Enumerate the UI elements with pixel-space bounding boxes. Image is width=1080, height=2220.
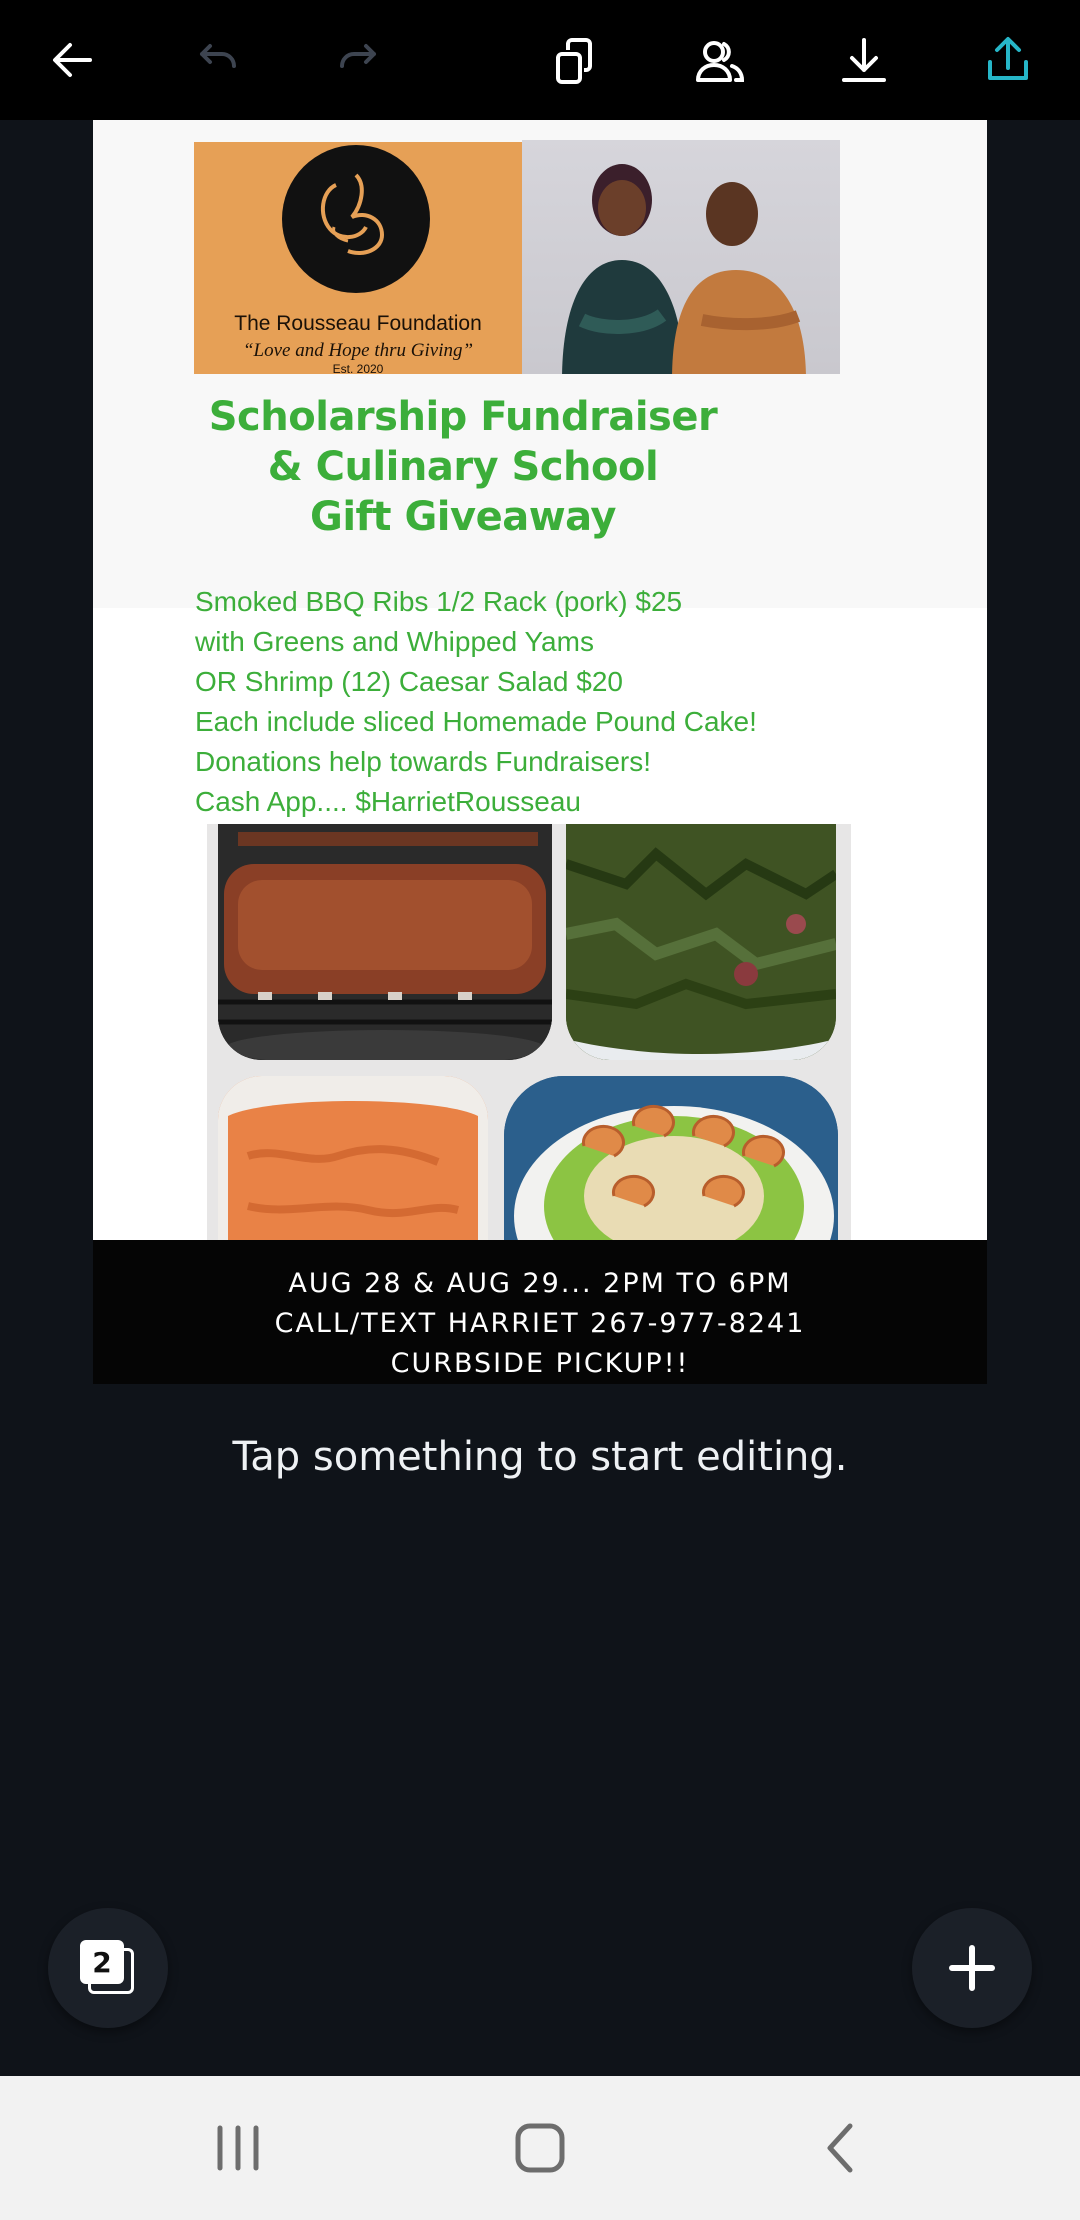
pages-button[interactable]: 2 xyxy=(48,1908,168,2028)
collaborate-icon xyxy=(696,41,745,82)
copy-page-icon xyxy=(556,38,592,84)
home-button[interactable] xyxy=(490,2106,590,2190)
home-icon xyxy=(515,2123,565,2173)
menu-text-block[interactable]: Smoked BBQ Ribs 1/2 Rack (pork) $25 with… xyxy=(195,582,985,822)
recent-apps-icon xyxy=(217,2125,259,2171)
editing-hint: Tap something to start editing. xyxy=(232,1434,848,1480)
foundation-logo[interactable]: The Rousseau Foundation “Love and Hope t… xyxy=(194,142,522,376)
collard-greens-photo[interactable] xyxy=(566,824,836,1060)
logo-org-name: The Rousseau Foundation xyxy=(234,312,482,335)
copy-page-button[interactable] xyxy=(536,20,616,100)
logo-established: Est. 2020 xyxy=(332,362,384,376)
download-button[interactable] xyxy=(824,20,904,100)
redo-button[interactable] xyxy=(320,20,400,100)
share-button[interactable] xyxy=(968,20,1048,100)
event-contact: CALL/TEXT HARRIET 267-977-8241 xyxy=(274,1308,806,1339)
editor-toolbar xyxy=(0,0,1080,120)
redo-icon xyxy=(340,44,376,68)
man-figure xyxy=(672,182,806,374)
undo-button[interactable] xyxy=(176,20,256,100)
page-count: 2 xyxy=(80,1940,124,1984)
bbq-ribs-photo[interactable] xyxy=(218,824,552,1060)
couple-photo[interactable] xyxy=(522,140,840,374)
menu-line: Cash App.... $HarrietRousseau xyxy=(195,786,581,817)
event-dates: AUG 28 & AUG 29... 2PM TO 6PM xyxy=(288,1268,792,1299)
download-icon xyxy=(842,38,886,82)
menu-line: Donations help towards Fundraisers! xyxy=(195,746,652,777)
plus-icon xyxy=(949,1945,995,1991)
system-back-button[interactable] xyxy=(792,2106,892,2190)
recent-apps-button[interactable] xyxy=(188,2106,288,2190)
add-element-button[interactable] xyxy=(912,1908,1032,2028)
logo-motto: “Love and Hope thru Giving” xyxy=(242,340,474,361)
headline-line-2[interactable]: & Culinary School xyxy=(183,442,743,492)
event-pickup: CURBSIDE PICKUP!! xyxy=(390,1348,690,1379)
menu-line: with Greens and Whipped Yams xyxy=(195,626,594,657)
menu-line: Smoked BBQ Ribs 1/2 Rack (pork) $25 xyxy=(195,586,683,617)
design-canvas[interactable]: The Rousseau Foundation “Love and Hope t… xyxy=(93,120,987,1384)
woman-figure xyxy=(562,164,684,374)
share-upload-icon xyxy=(988,37,1028,80)
back-arrow-icon xyxy=(53,43,92,77)
menu-line: Each include sliced Homemade Pound Cake! xyxy=(195,706,757,737)
undo-icon xyxy=(200,44,236,68)
headline-line-3[interactable]: Gift Giveaway xyxy=(183,492,743,542)
collaborate-button[interactable] xyxy=(680,20,760,100)
event-info-bar[interactable]: AUG 28 & AUG 29... 2PM TO 6PM CALL/TEXT … xyxy=(93,1240,987,1384)
logo-emblem xyxy=(282,145,430,293)
menu-line: OR Shrimp (12) Caesar Salad $20 xyxy=(195,666,623,697)
system-nav-bar xyxy=(0,2076,1080,2220)
back-icon xyxy=(827,2123,853,2173)
back-button[interactable] xyxy=(32,20,112,100)
headline-line-1[interactable]: Scholarship Fundraiser xyxy=(183,392,743,442)
pages-icon: 2 xyxy=(80,1940,136,1996)
